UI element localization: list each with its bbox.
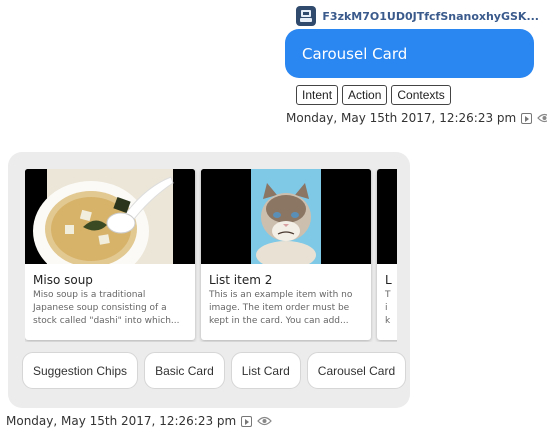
card-description: This is an example item with no image. T…	[209, 290, 353, 326]
carousel-card-miso-soup[interactable]: Miso soup Miso soup is a traditional Jap…	[25, 169, 195, 340]
timestamp-text: Monday, May 15th 2017, 12:26:23 pm	[286, 111, 517, 125]
card-title: L	[385, 273, 392, 287]
card-image-miso-soup	[25, 169, 195, 264]
bot-message-timestamp: Monday, May 15th 2017, 12:26:23 pm	[6, 414, 273, 428]
user-message-text: Carousel Card	[302, 44, 408, 63]
play-icon[interactable]	[521, 112, 533, 124]
card-image-grumpy-cat	[201, 169, 371, 264]
carousel-card-list-item-2[interactable]: List item 2 This is an example item with…	[201, 169, 371, 340]
intent-button[interactable]: Intent	[296, 85, 339, 105]
user-name: F3zkM7O1UD0JTfcfSnanoxhyGSK...	[322, 9, 539, 23]
message-tags: Intent Action Contexts	[296, 85, 451, 105]
card-image-partial	[377, 169, 397, 264]
suggestion-chips: Suggestion Chips Basic Card List Card Ca…	[22, 352, 407, 389]
carousel-card-partial[interactable]: L T i k	[377, 169, 397, 340]
contexts-button[interactable]: Contexts	[391, 85, 451, 105]
suggestion-chip-carousel-card[interactable]: Carousel Card	[306, 352, 407, 389]
user-message-timestamp: Monday, May 15th 2017, 12:26:23 pm	[286, 111, 547, 125]
play-icon[interactable]	[241, 415, 253, 427]
carousel[interactable]: Miso soup Miso soup is a traditional Jap…	[25, 169, 397, 342]
suggestion-chip-basic-card[interactable]: Basic Card	[144, 352, 225, 389]
card-title: Miso soup	[33, 273, 93, 287]
eye-icon[interactable]	[257, 416, 273, 426]
user-header: F3zkM7O1UD0JTfcfSnanoxhyGSK...	[296, 6, 539, 26]
card-description: Miso soup is a traditional Japanese soup…	[33, 290, 180, 326]
bot-response-panel: Miso soup Miso soup is a traditional Jap…	[8, 152, 410, 408]
user-avatar-icon	[296, 6, 317, 26]
action-button[interactable]: Action	[342, 85, 388, 105]
suggestion-chip-list-card[interactable]: List Card	[230, 352, 301, 389]
eye-icon[interactable]	[537, 113, 547, 123]
user-message-bubble: Carousel Card	[285, 29, 534, 78]
card-description: T i k	[385, 290, 391, 326]
suggestion-chip-suggestion-chips[interactable]: Suggestion Chips	[22, 352, 139, 389]
timestamp-text: Monday, May 15th 2017, 12:26:23 pm	[6, 414, 237, 428]
card-title: List item 2	[209, 273, 273, 287]
